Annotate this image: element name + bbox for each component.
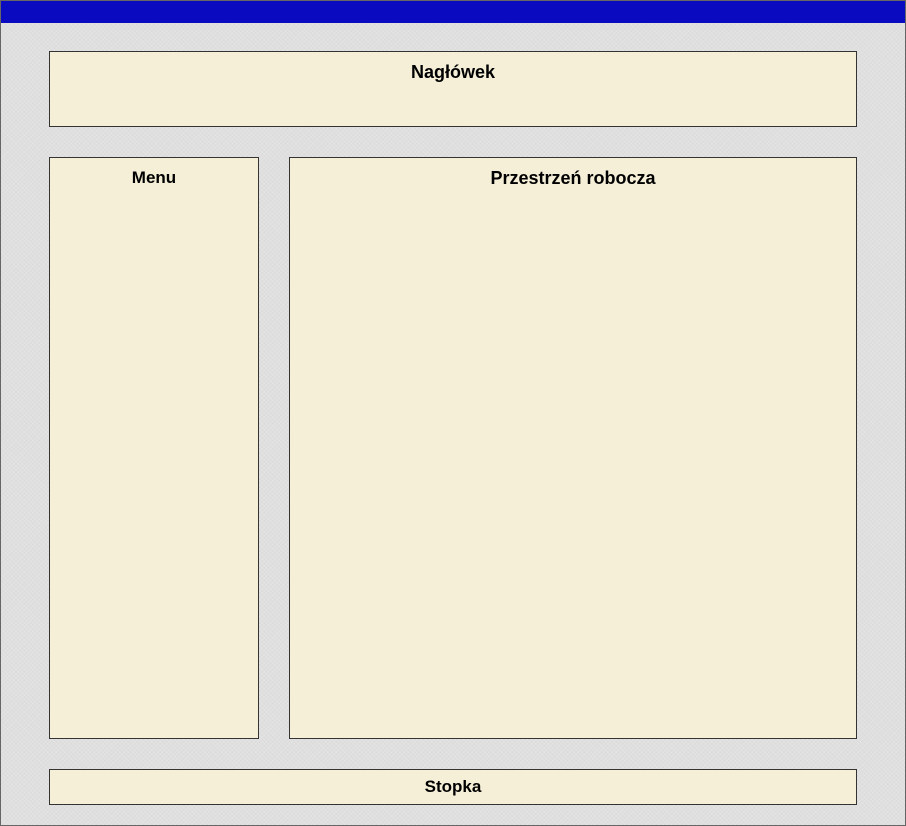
header-title: Nagłówek: [411, 62, 495, 83]
workspace-title: Przestrzeń robocza: [490, 168, 655, 189]
content-area: Nagłówek Menu Przestrzeń robocza Stopka: [1, 23, 905, 825]
layout-frame: Nagłówek Menu Przestrzeń robocza Stopka: [0, 0, 906, 826]
footer-region: Stopka: [49, 769, 857, 805]
window-title-bar: [1, 1, 905, 23]
workspace-region: Przestrzeń robocza: [289, 157, 857, 739]
menu-title: Menu: [132, 168, 176, 188]
header-region: Nagłówek: [49, 51, 857, 127]
middle-row: Menu Przestrzeń robocza: [49, 157, 857, 739]
footer-title: Stopka: [425, 777, 482, 797]
menu-region: Menu: [49, 157, 259, 739]
